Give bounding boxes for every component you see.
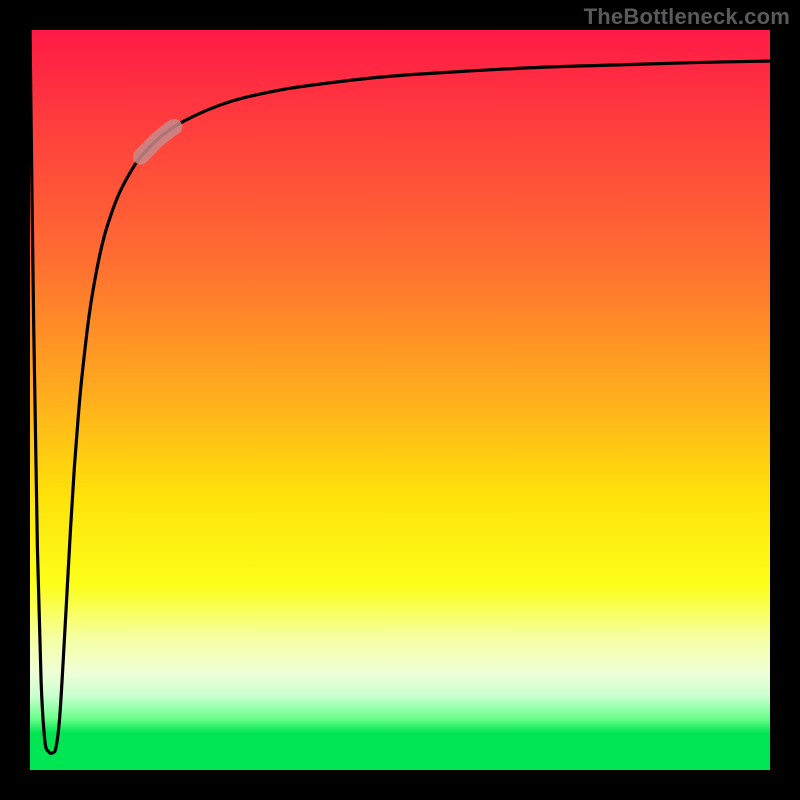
main-curve (30, 30, 770, 753)
watermark-text: TheBottleneck.com (584, 4, 790, 30)
curve-layer (30, 30, 770, 770)
chart-container: TheBottleneck.com (0, 0, 800, 800)
highlight-segment (141, 127, 174, 157)
plot-area (30, 30, 770, 770)
